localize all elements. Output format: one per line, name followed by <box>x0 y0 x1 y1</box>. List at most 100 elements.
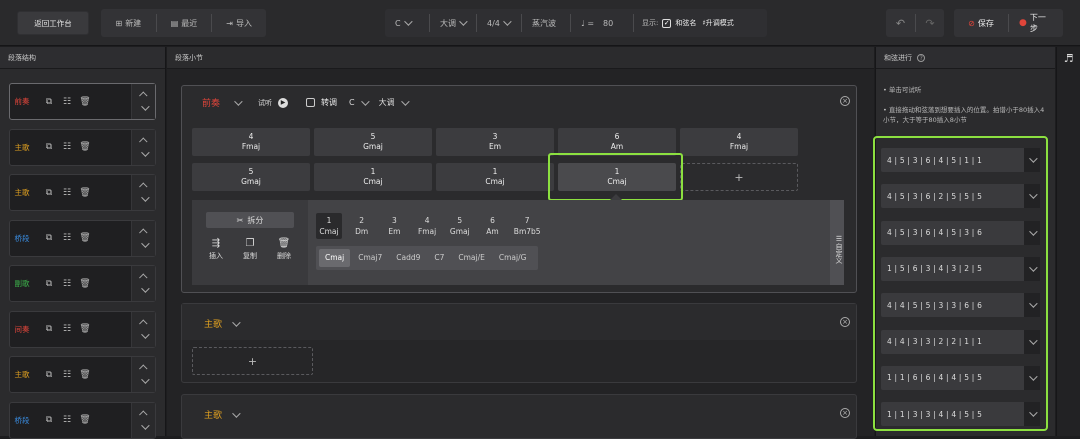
measure-cell[interactable]: 5 Gmaj <box>192 163 310 191</box>
trash-icon[interactable]: 🗑 <box>76 279 94 289</box>
music-list-icon[interactable]: ♬ <box>1057 47 1080 65</box>
copy-icon[interactable]: ⧉ <box>40 142 58 152</box>
chord-variant[interactable]: Cmaj <box>319 249 351 267</box>
list-icon[interactable]: ☷ <box>58 279 76 289</box>
chevron-down-icon[interactable] <box>400 96 410 106</box>
add-measure-button[interactable]: + <box>680 163 798 191</box>
split-button[interactable]: ✂ 拆分 <box>206 212 294 228</box>
section-item[interactable]: 前奏 ⧉ ☷ 🗑 <box>9 83 156 120</box>
chord-option[interactable]: 1 Cmaj <box>316 213 342 239</box>
chord-variant[interactable]: C7 <box>428 249 450 267</box>
reorder-handle[interactable] <box>131 84 155 119</box>
chevron-down-icon[interactable] <box>234 96 243 106</box>
list-icon[interactable]: ☷ <box>58 415 76 425</box>
transpose-mode[interactable]: 大调 <box>379 97 395 108</box>
undo-icon[interactable]: ↶ <box>886 17 915 30</box>
trash-icon[interactable]: 🗑 <box>76 188 94 198</box>
section-item[interactable]: 主歌 ⧉ ☷ 🗑 <box>9 128 156 166</box>
chevron-down-icon[interactable] <box>1024 402 1040 427</box>
custom-chord-tab[interactable]: ☰自定义 <box>830 200 844 285</box>
reorder-handle[interactable] <box>131 402 155 438</box>
trash-icon[interactable]: 🗑 <box>76 233 94 243</box>
list-icon[interactable]: ☷ <box>58 188 76 198</box>
key-select[interactable]: C <box>385 17 429 28</box>
chord-option[interactable]: 5 Gmaj <box>447 213 473 239</box>
meter-select[interactable]: 4/4 <box>477 17 521 28</box>
list-icon[interactable]: ☷ <box>58 142 76 152</box>
copy-button[interactable]: ❐ 复制 <box>240 238 260 262</box>
chord-variant[interactable]: Cmaj/E <box>452 249 491 267</box>
copy-icon[interactable]: ⧉ <box>40 324 58 334</box>
trash-icon[interactable]: 🗑 <box>76 97 94 107</box>
trash-icon[interactable]: 🗑 <box>76 324 94 334</box>
next-step-button[interactable]: ● 下一步 <box>1009 12 1063 34</box>
section-item[interactable]: 主歌 ⧉ ☷ 🗑 <box>9 356 156 393</box>
progression-item[interactable]: 4 | 4 | 5 | 5 | 3 | 3 | 6 | 6 <box>881 293 1040 318</box>
measure-cell[interactable]: 4 Fmaj <box>680 128 798 156</box>
chord-variant[interactable]: Cmaj7 <box>352 249 388 267</box>
section-item[interactable]: 副歌 ⧉ ☷ 🗑 <box>9 265 156 302</box>
section-item[interactable]: 主歌 ⧉ ☷ 🗑 <box>9 174 156 211</box>
recent-button[interactable]: ▤ 最近 <box>157 18 212 29</box>
chord-name-checkbox[interactable]: ✓ <box>662 18 672 28</box>
list-icon[interactable]: ☷ <box>58 97 76 107</box>
trash-icon[interactable]: 🗑 <box>76 370 94 380</box>
progression-item[interactable]: 4 | 4 | 3 | 3 | 2 | 2 | 1 | 1 <box>881 329 1040 354</box>
chord-option[interactable]: 7 Bm7b5 <box>512 213 542 239</box>
measure-cell[interactable]: 1 Cmaj <box>436 163 554 191</box>
progression-item[interactable]: 4 | 5 | 3 | 6 | 4 | 5 | 1 | 1 <box>881 148 1040 172</box>
chevron-down-icon[interactable] <box>1024 256 1040 281</box>
trash-icon[interactable]: 🗑 <box>76 415 94 425</box>
redo-icon[interactable]: ↷ <box>916 17 944 30</box>
reorder-handle[interactable] <box>131 220 155 256</box>
play-icon[interactable]: ▶ <box>278 97 289 108</box>
progression-item[interactable]: 1 | 1 | 6 | 6 | 4 | 4 | 5 | 5 <box>881 365 1040 390</box>
measure-cell[interactable]: 6 Am <box>558 128 676 156</box>
chevron-down-icon[interactable] <box>1024 329 1040 354</box>
chevron-down-icon[interactable] <box>1024 184 1040 209</box>
reorder-handle[interactable] <box>131 129 155 165</box>
copy-icon[interactable]: ⧉ <box>40 279 58 289</box>
tempo-field[interactable]: ♩ = 80 <box>571 19 633 28</box>
chord-option[interactable]: 6 Am <box>480 213 506 239</box>
measure-cell[interactable]: 4 Fmaj <box>192 128 310 156</box>
chevron-down-icon[interactable] <box>1024 293 1040 318</box>
chevron-down-icon[interactable] <box>1024 148 1040 172</box>
copy-icon[interactable]: ⧉ <box>40 97 58 107</box>
new-button[interactable]: ⊞ 新建 <box>101 18 156 29</box>
chord-variant[interactable]: Cmaj/G <box>493 249 533 267</box>
progression-item[interactable]: 4 | 5 | 3 | 6 | 2 | 5 | 5 | 5 <box>881 184 1040 209</box>
list-icon[interactable]: ☷ <box>58 233 76 243</box>
mode-select[interactable]: 大调 <box>430 17 476 29</box>
chord-variant[interactable]: Cadd9 <box>390 249 426 267</box>
progression-item[interactable]: 1 | 1 | 3 | 3 | 4 | 4 | 5 | 5 <box>881 402 1040 427</box>
reorder-handle[interactable] <box>131 357 155 392</box>
section-item[interactable]: 间奏 ⧉ ☷ 🗑 <box>9 310 156 348</box>
chevron-down-icon[interactable] <box>1024 365 1040 390</box>
chevron-down-icon[interactable] <box>1024 220 1040 245</box>
measure-cell[interactable]: 3 Em <box>436 128 554 156</box>
chord-option[interactable]: 2 Dm <box>349 213 375 239</box>
chevron-down-icon[interactable] <box>360 96 370 106</box>
add-measure-button[interactable]: + <box>192 347 313 375</box>
delete-button[interactable]: 🗑 删除 <box>274 238 294 262</box>
help-icon[interactable]: ? <box>917 54 926 62</box>
close-icon[interactable]: × <box>840 317 850 327</box>
measure-cell[interactable]: 1 Cmaj <box>314 163 432 191</box>
trash-icon[interactable]: 🗑 <box>76 142 94 152</box>
section-item[interactable]: 桥段 ⧉ ☷ 🗑 <box>9 219 156 257</box>
close-icon[interactable]: × <box>840 96 850 106</box>
reorder-handle[interactable] <box>131 175 155 210</box>
insert-button[interactable]: ⇶ 插入 <box>206 238 226 262</box>
save-button[interactable]: ⊘ 保存 <box>954 18 1008 29</box>
copy-icon[interactable]: ⧉ <box>40 415 58 425</box>
list-icon[interactable]: ☷ <box>58 370 76 380</box>
import-button[interactable]: ⇥ 导入 <box>212 18 266 29</box>
transpose-key[interactable]: C <box>349 98 355 107</box>
sharp-mode-toggle[interactable]: ♯升调模式 <box>702 18 733 28</box>
chord-option[interactable]: 3 Em <box>381 213 407 239</box>
chevron-down-icon[interactable] <box>232 408 241 418</box>
section-item[interactable]: 桥段 ⧉ ☷ 🗑 <box>9 401 156 439</box>
copy-icon[interactable]: ⧉ <box>40 370 58 380</box>
progression-item[interactable]: 1 | 5 | 6 | 3 | 4 | 3 | 2 | 5 <box>881 256 1040 281</box>
